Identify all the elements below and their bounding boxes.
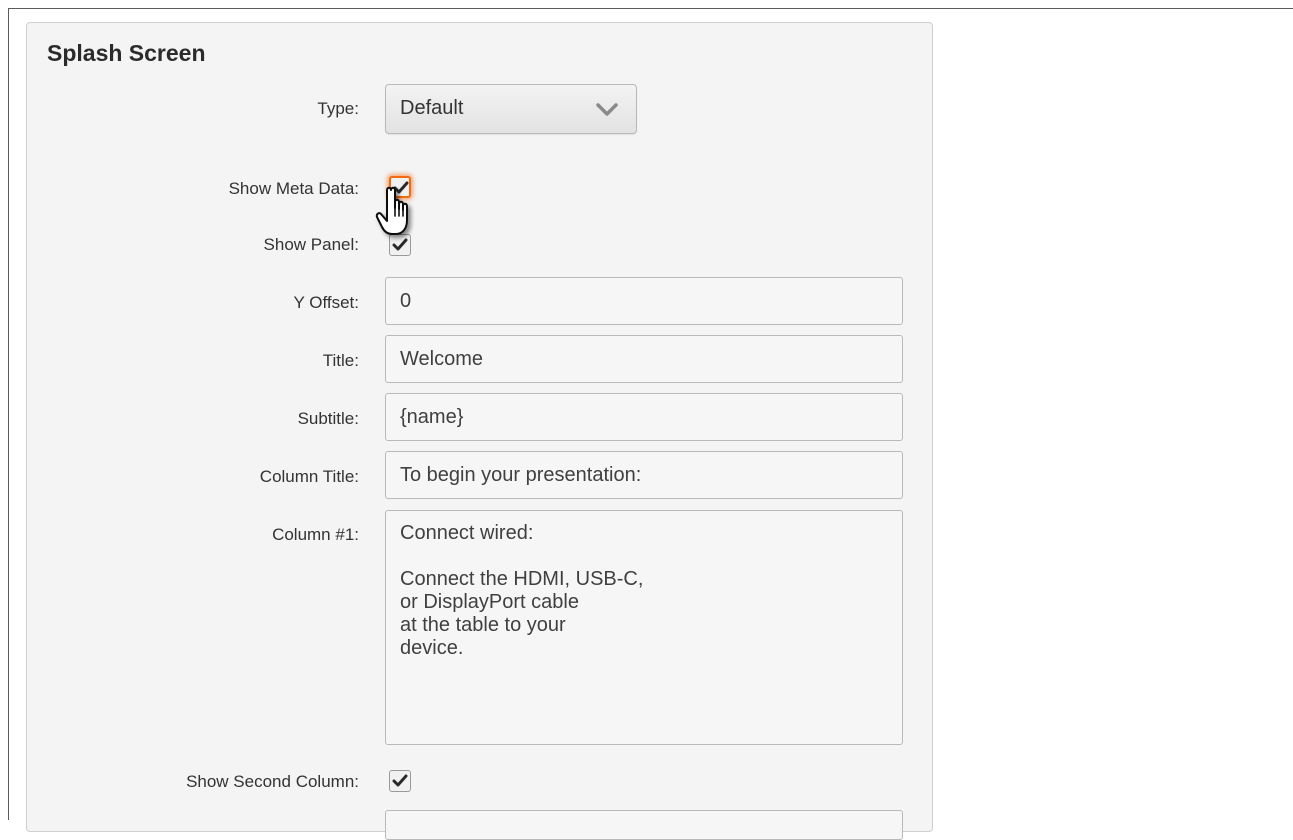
subtitle-input[interactable]: {name} — [385, 393, 903, 441]
subtitle-label: Subtitle: — [297, 409, 359, 428]
checkmark-icon — [392, 774, 408, 787]
type-select[interactable]: Default — [385, 84, 637, 134]
section-title: Splash Screen — [47, 40, 206, 66]
show-meta-data-label: Show Meta Data: — [228, 179, 359, 198]
hand-pointer-icon — [375, 186, 408, 235]
show-second-column-label: Show Second Column: — [186, 772, 359, 791]
next-field-input[interactable] — [385, 810, 903, 840]
type-select-value: Default — [400, 97, 464, 119]
y-offset-label: Y Offset: — [293, 293, 359, 312]
show-second-column-checkbox[interactable] — [389, 770, 411, 792]
show-panel-label: Show Panel: — [263, 235, 359, 254]
title-label: Title: — [322, 351, 359, 370]
title-input[interactable]: Welcome — [385, 335, 903, 383]
y-offset-input[interactable]: 0 — [385, 277, 903, 325]
column-title-input[interactable]: To begin your presentation: — [385, 451, 903, 499]
chevron-down-icon — [596, 103, 618, 116]
column-1-label: Column #1: — [272, 525, 359, 544]
column-1-textarea[interactable]: Connect wired: Connect the HDMI, USB-C, … — [385, 510, 903, 745]
type-label: Type: — [317, 99, 359, 118]
column-title-label: Column Title: — [259, 467, 359, 486]
